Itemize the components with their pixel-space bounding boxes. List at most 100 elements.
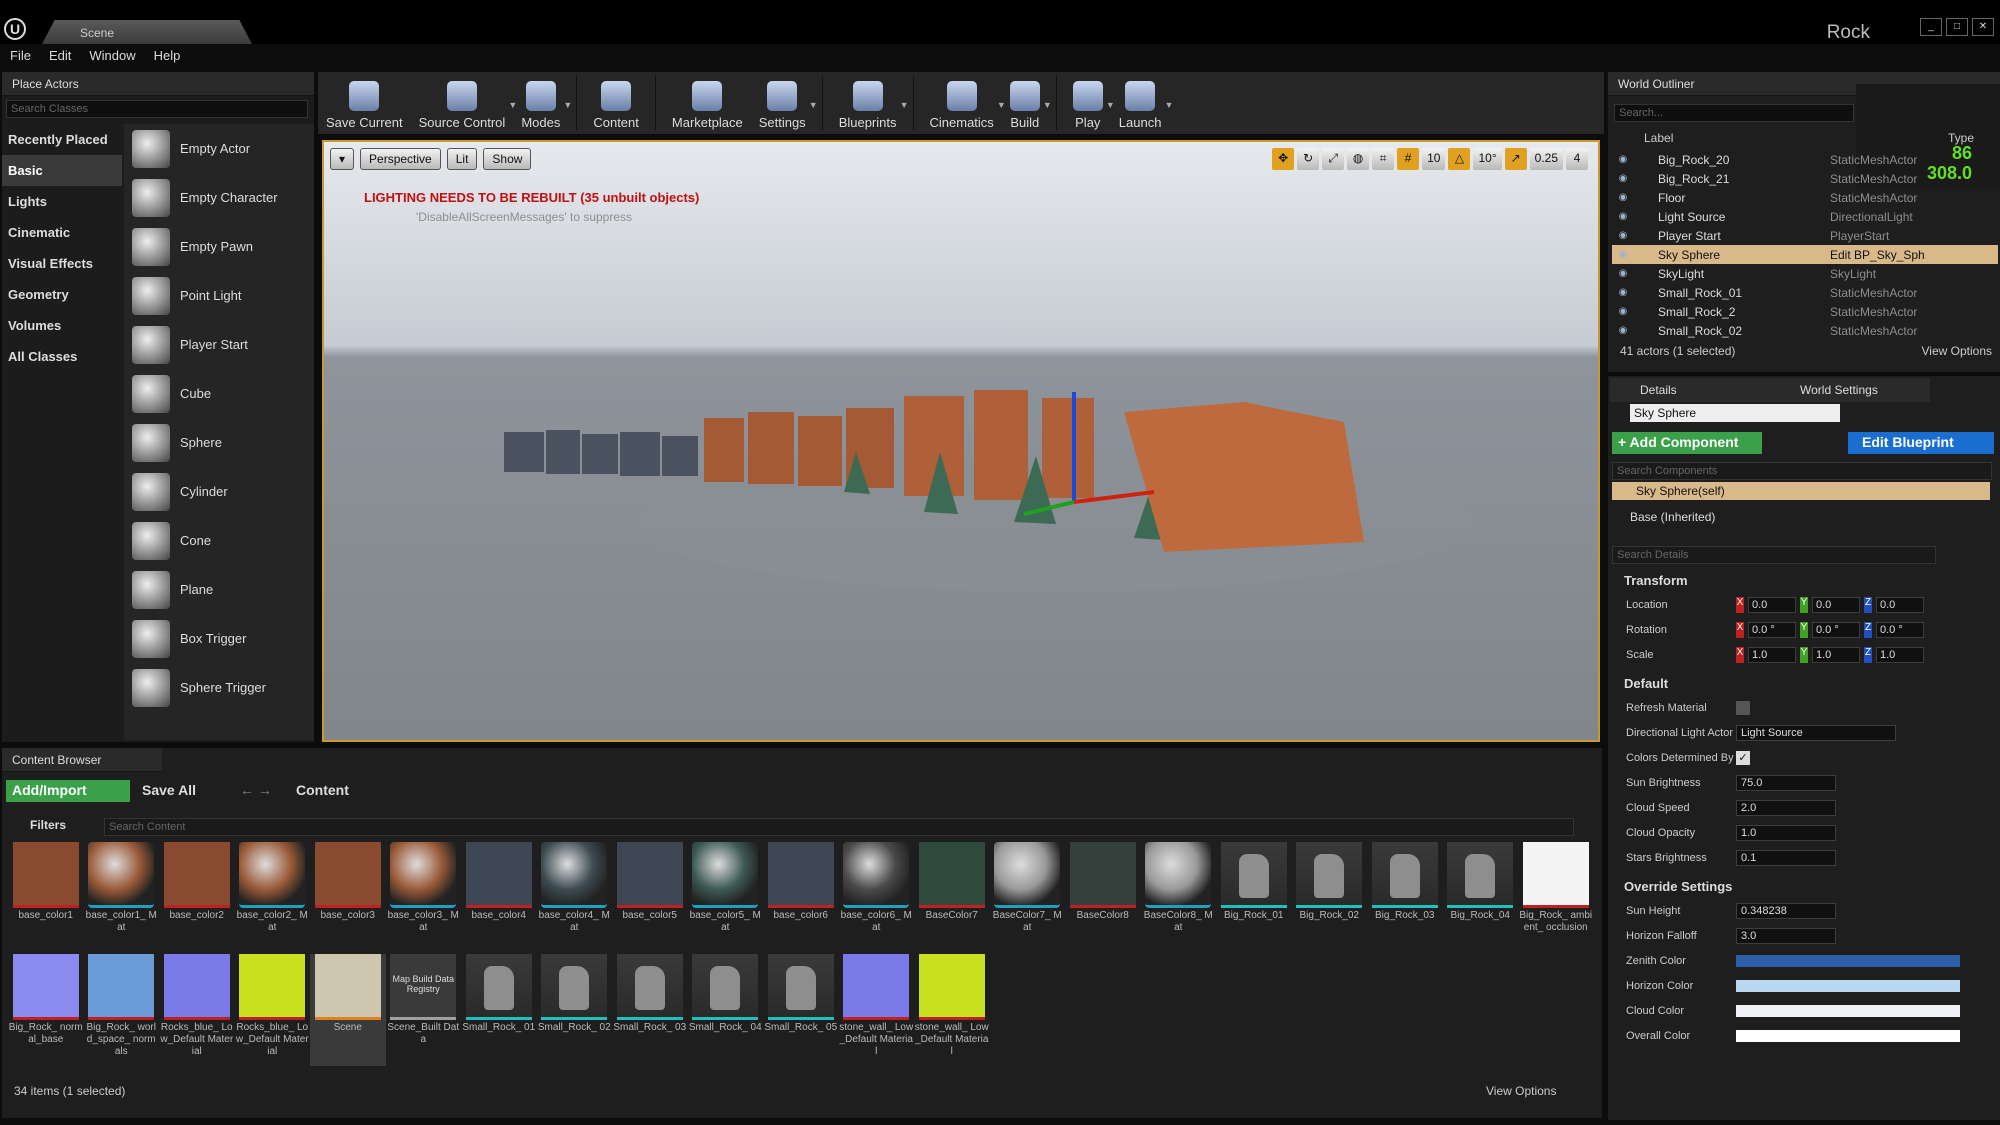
world-icon[interactable]: ◍: [1347, 148, 1370, 170]
search-details-input[interactable]: Search Details: [1612, 546, 1936, 564]
asset-tile[interactable]: stone_wall_ Low_Default Material: [839, 954, 915, 1066]
content-button[interactable]: Content: [585, 72, 647, 134]
viewport-options-button[interactable]: ▾: [330, 148, 355, 170]
category-geometry[interactable]: Geometry: [2, 279, 122, 310]
actor-item-empty-pawn[interactable]: Empty Pawn: [124, 222, 314, 271]
actor-item-sphere[interactable]: Sphere: [124, 418, 314, 467]
outliner-row-small-rock-2[interactable]: ◉ Small_Rock_2 StaticMeshActor: [1612, 302, 1998, 321]
asset-tile[interactable]: BaseColor7_ Mat: [990, 842, 1066, 954]
scale-snap-value[interactable]: 0.25: [1529, 148, 1563, 170]
settings-button[interactable]: Settings ▼: [751, 72, 818, 134]
outliner-row-skylight[interactable]: ◉ SkyLight SkyLight: [1612, 264, 1998, 283]
asset-tile[interactable]: Small_Rock_ 01: [461, 954, 537, 1066]
transform-section[interactable]: Transform: [1610, 570, 2000, 592]
scale-x[interactable]: 1.0: [1748, 646, 1796, 663]
camera-speed-value[interactable]: 4: [1566, 148, 1588, 170]
category-visual-effects[interactable]: Visual Effects: [2, 248, 122, 279]
asset-tile[interactable]: BaseColor8_ Mat: [1141, 842, 1217, 954]
lit-button[interactable]: Lit: [446, 148, 478, 170]
actor-item-box-trigger[interactable]: Box Trigger: [124, 614, 314, 663]
asset-tile[interactable]: BaseColor7: [914, 842, 990, 954]
content-path[interactable]: Content: [296, 782, 349, 798]
asset-tile[interactable]: base_color3_ Mat: [386, 842, 462, 954]
level-tab[interactable]: Scene: [42, 20, 252, 44]
outliner-row-big-rock-20[interactable]: ◉ Big_Rock_20 StaticMeshActor: [1612, 150, 1998, 169]
tab-details[interactable]: Details: [1610, 378, 1770, 402]
location-y[interactable]: 0.0: [1812, 596, 1860, 613]
default-section[interactable]: Default: [1610, 673, 2000, 695]
level-viewport[interactable]: ▾ Perspective Lit Show ✥ ↻ ⤢ ◍ ⌗ # 10 △ …: [322, 140, 1600, 742]
outliner-row-big-rock-21[interactable]: ◉ Big_Rock_21 StaticMeshActor: [1612, 169, 1998, 188]
outliner-row-small-rock-02[interactable]: ◉ Small_Rock_02 StaticMeshActor: [1612, 321, 1998, 340]
menu-window[interactable]: Window: [89, 48, 135, 70]
asset-tile[interactable]: base_color1: [8, 842, 84, 954]
dropdown-arrow-icon[interactable]: ▼: [900, 100, 909, 110]
scale-snap-icon[interactable]: ↗: [1504, 148, 1527, 170]
actor-name-field[interactable]: Sky Sphere: [1630, 404, 1840, 422]
scale-icon[interactable]: ⤢: [1322, 148, 1345, 170]
filters-button[interactable]: Filters: [30, 818, 66, 832]
dropdown-arrow-icon[interactable]: ▼: [563, 100, 572, 110]
outliner-search-input[interactable]: Search...: [1614, 104, 1854, 122]
category-recently-placed[interactable]: Recently Placed: [2, 124, 122, 155]
cloud-color-swatch[interactable]: [1736, 1004, 1960, 1017]
visibility-eye-icon[interactable]: ◉: [1612, 287, 1634, 298]
asset-tile[interactable]: base_color1_ Mat: [84, 842, 160, 954]
asset-tile[interactable]: base_color6_ Mat: [839, 842, 915, 954]
grid-snap-value[interactable]: 10: [1422, 148, 1446, 170]
stars-brightness-field[interactable]: 0.1: [1736, 849, 1836, 866]
asset-tile[interactable]: Small_Rock_ 02: [537, 954, 613, 1066]
actor-item-cone[interactable]: Cone: [124, 516, 314, 565]
scale-y[interactable]: 1.0: [1812, 646, 1860, 663]
asset-tile[interactable]: Small_Rock_ 03: [612, 954, 688, 1066]
visibility-eye-icon[interactable]: ◉: [1612, 306, 1634, 317]
add-component-button[interactable]: + Add Component: [1612, 432, 1762, 454]
asset-tile[interactable]: Big_Rock_02: [1292, 842, 1368, 954]
asset-tile[interactable]: BaseColor8: [1065, 842, 1141, 954]
source-control-button[interactable]: Source Control ▼: [411, 72, 517, 134]
menu-file[interactable]: File: [10, 48, 31, 70]
show-button[interactable]: Show: [483, 148, 532, 170]
asset-tile[interactable]: Big_Rock_ world_space_ normals: [84, 954, 160, 1066]
asset-tile[interactable]: base_color2_ Mat: [235, 842, 311, 954]
rotation-x[interactable]: 0.0 °: [1748, 621, 1796, 638]
asset-tile[interactable]: Scene: [310, 954, 386, 1066]
outliner-row-player-start[interactable]: ◉ Player Start PlayerStart: [1612, 226, 1998, 245]
blueprints-button[interactable]: Blueprints ▼: [831, 72, 909, 134]
actor-item-sphere-trigger[interactable]: Sphere Trigger: [124, 663, 314, 712]
visibility-eye-icon[interactable]: ◉: [1612, 173, 1634, 184]
visibility-eye-icon[interactable]: ◉: [1612, 268, 1634, 279]
asset-tile[interactable]: base_color3: [310, 842, 386, 954]
category-basic[interactable]: Basic: [2, 155, 122, 186]
rotation-snap-icon[interactable]: △: [1448, 148, 1471, 170]
launch-button[interactable]: Launch ▼: [1111, 72, 1173, 134]
dropdown-arrow-icon[interactable]: ▼: [809, 100, 818, 110]
asset-tile[interactable]: Small_Rock_ 04: [688, 954, 764, 1066]
outliner-view-options[interactable]: View Options: [1922, 344, 1992, 358]
label-column-header[interactable]: Label: [1644, 131, 1673, 148]
asset-tile[interactable]: Big_Rock_01: [1216, 842, 1292, 954]
sun-brightness-field[interactable]: 75.0: [1736, 774, 1836, 791]
menu-help[interactable]: Help: [154, 48, 181, 70]
asset-tile[interactable]: Rocks_blue_ Low_Default Material: [235, 954, 311, 1066]
actor-item-plane[interactable]: Plane: [124, 565, 314, 614]
asset-tile[interactable]: Big_Rock_04: [1443, 842, 1519, 954]
asset-tile[interactable]: stone_wall_ Low_Default Material: [914, 954, 990, 1066]
visibility-eye-icon[interactable]: ◉: [1612, 192, 1634, 203]
asset-tile[interactable]: Big_Rock_ normal_base: [8, 954, 84, 1066]
dropdown-arrow-icon[interactable]: ▼: [1043, 100, 1052, 110]
actor-item-player-start[interactable]: Player Start: [124, 320, 314, 369]
modes-button[interactable]: Modes ▼: [513, 72, 572, 134]
perspective-button[interactable]: Perspective: [360, 148, 441, 170]
actor-item-cube[interactable]: Cube: [124, 369, 314, 418]
save-all-button[interactable]: Save All: [142, 782, 196, 798]
asset-tile[interactable]: base_color5_ Mat: [688, 842, 764, 954]
visibility-eye-icon[interactable]: ◉: [1612, 230, 1634, 241]
category-volumes[interactable]: Volumes: [2, 310, 122, 341]
visibility-eye-icon[interactable]: ◉: [1612, 325, 1634, 336]
category-lights[interactable]: Lights: [2, 186, 122, 217]
visibility-eye-icon[interactable]: ◉: [1612, 154, 1634, 165]
search-components-input[interactable]: Search Components: [1612, 462, 1992, 480]
sun-height-field[interactable]: 0.348238: [1736, 902, 1836, 919]
search-content-input[interactable]: Search Content: [104, 818, 1574, 836]
